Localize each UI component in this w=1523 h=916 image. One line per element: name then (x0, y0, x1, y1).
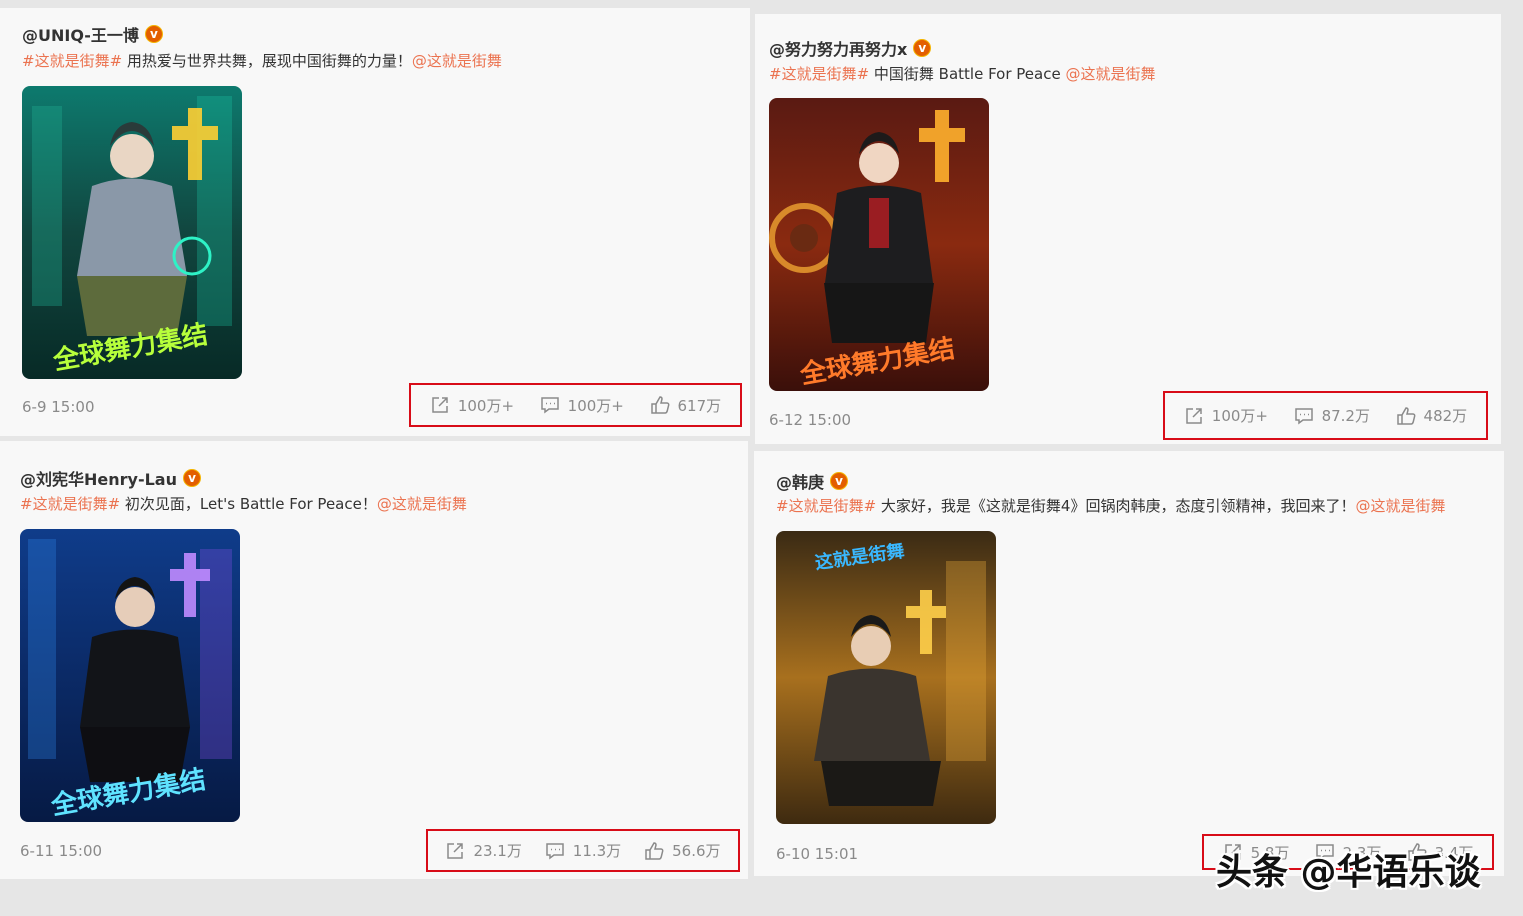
engagement-stats: 100万+ 87.2万 482万 (1163, 391, 1488, 440)
repost-button[interactable]: 100万+ (1184, 405, 1268, 426)
share-icon (447, 842, 464, 859)
hashtag-link[interactable]: #这就是街舞# (22, 52, 122, 70)
post-body: 大家好，我是《这就是街舞4》回锅肉韩庚，态度引领精神，我回来了！ (876, 497, 1356, 515)
watermark-text: 头条 @华语乐谈 (1216, 852, 1481, 893)
post-card: @努力努力再努力x v #这就是街舞# 中国街舞 Battle For Peac… (755, 14, 1501, 444)
like-count: 482万 (1423, 407, 1468, 425)
poster-illustration: 全球舞力集结 (769, 98, 989, 391)
post-author[interactable]: @UNIQ-王一博 v (22, 22, 163, 46)
share-icon (1186, 407, 1202, 424)
comment-button[interactable]: 11.3万 (545, 840, 621, 861)
comment-button[interactable]: 100万+ (540, 395, 624, 416)
comment-icon (540, 397, 559, 414)
repost-count: 100万+ (457, 396, 515, 415)
engagement-stats: 100万+ 100万+ 617万 (409, 383, 742, 427)
poster-illustration: 全球舞力集结 (20, 529, 240, 822)
verified-badge-icon: v (144, 25, 163, 43)
author-name[interactable]: @刘宪华Henry-Lau (20, 466, 177, 490)
comment-button[interactable]: 87.2万 (1294, 405, 1370, 426)
hashtag-link[interactable]: #这就是街舞# (776, 497, 876, 515)
post-image[interactable]: 全球舞力集结 (22, 86, 242, 379)
thumbs-up-icon (650, 396, 669, 414)
comment-icon (1294, 407, 1313, 424)
like-button[interactable]: 56.6万 (644, 840, 721, 861)
post-card: @韩庚 v #这就是街舞# 大家好，我是《这就是街舞4》回锅肉韩庚，态度引领精神… (754, 451, 1504, 876)
hashtag-link[interactable]: #这就是街舞# (769, 65, 869, 83)
thumbs-up-icon (1396, 406, 1416, 425)
post-author[interactable]: @努力努力再努力x v (769, 36, 932, 60)
verified-badge-icon: v (913, 39, 932, 57)
author-name[interactable]: @韩庚 (776, 469, 824, 493)
post-text: #这就是街舞# 中国街舞 Battle For Peace @这就是街舞 (769, 63, 1155, 84)
engagement-stats: 23.1万 11.3万 56.6万 (426, 829, 740, 872)
share-icon (432, 397, 448, 413)
post-image[interactable]: 这就是街舞 (776, 531, 996, 824)
mention-link[interactable]: @这就是街舞 (1355, 497, 1445, 515)
post-author[interactable]: @韩庚 v (776, 469, 849, 493)
mention-link[interactable]: @这就是街舞 (1065, 65, 1155, 83)
post-timestamp[interactable]: 6-11 15:00 (20, 842, 102, 860)
comment-count: 87.2万 (1321, 407, 1370, 425)
author-name[interactable]: @UNIQ-王一博 (22, 22, 139, 46)
post-text: #这就是街舞# 用热爱与世界共舞，展现中国街舞的力量！@这就是街舞 (22, 50, 502, 71)
verified-badge-icon: v (182, 469, 201, 487)
verified-badge-icon: v (830, 472, 849, 490)
poster-illustration: 这就是街舞 (776, 531, 996, 824)
post-timestamp[interactable]: 6-12 15:00 (769, 411, 851, 429)
like-count: 617万 (677, 396, 722, 415)
like-count: 56.6万 (672, 842, 721, 860)
post-card: @刘宪华Henry-Lau v #这就是街舞# 初次见面，Let's Battl… (0, 441, 748, 879)
post-body: 初次见面，Let's Battle For Peace！ (120, 495, 377, 513)
hashtag-link[interactable]: #这就是街舞# (20, 495, 120, 513)
comment-icon (546, 842, 564, 859)
post-timestamp[interactable]: 6-9 15:00 (22, 398, 95, 416)
like-button[interactable]: 617万 (650, 395, 722, 416)
post-body: 中国街舞 Battle For Peace (869, 65, 1066, 83)
mention-link[interactable]: @这就是街舞 (412, 52, 502, 70)
repost-button[interactable]: 100万+ (430, 395, 514, 416)
author-name[interactable]: @努力努力再努力x (769, 36, 907, 60)
comment-count: 11.3万 (572, 842, 622, 860)
post-author[interactable]: @刘宪华Henry-Lau v (20, 466, 201, 490)
post-text: #这就是街舞# 初次见面，Let's Battle For Peace！@这就是… (20, 493, 467, 514)
repost-count: 23.1万 (473, 842, 522, 860)
post-image[interactable]: 全球舞力集结 (769, 98, 989, 391)
poster-illustration: 全球舞力集结 (22, 86, 242, 379)
repost-button[interactable]: 23.1万 (445, 840, 522, 861)
post-image[interactable]: 全球舞力集结 (20, 529, 240, 822)
post-card: @UNIQ-王一博 v #这就是街舞# 用热爱与世界共舞，展现中国街舞的力量！@… (0, 8, 750, 436)
repost-count: 100万+ (1211, 407, 1268, 425)
post-timestamp[interactable]: 6-10 15:01 (776, 845, 858, 863)
post-text: #这就是街舞# 大家好，我是《这就是街舞4》回锅肉韩庚，态度引领精神，我回来了！… (776, 495, 1445, 516)
post-body: 用热爱与世界共舞，展现中国街舞的力量！ (122, 52, 412, 70)
thumbs-up-icon (645, 841, 664, 860)
mention-link[interactable]: @这就是街舞 (377, 495, 467, 513)
comment-count: 100万+ (567, 396, 624, 415)
like-button[interactable]: 482万 (1396, 405, 1468, 426)
